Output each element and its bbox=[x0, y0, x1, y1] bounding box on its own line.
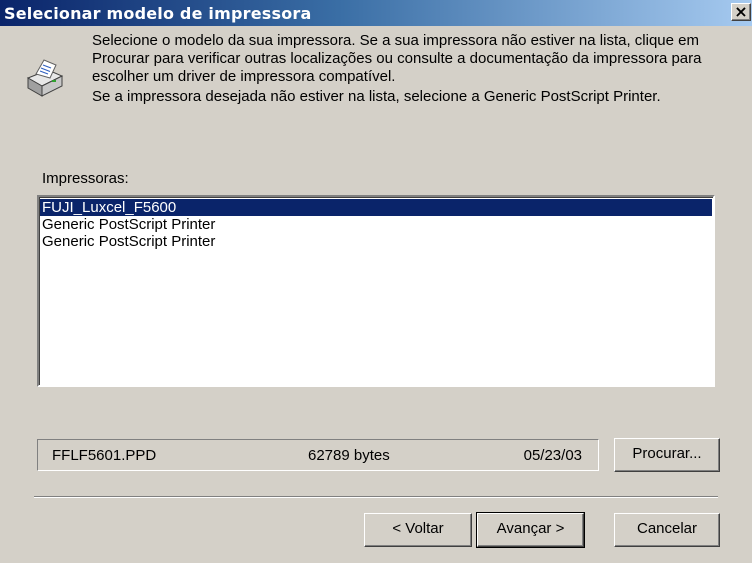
list-item[interactable]: FUJI_Luxcel_F5600 bbox=[40, 199, 712, 216]
printer-icon bbox=[26, 59, 64, 97]
file-info-panel: FFLF5601.PPD 62789 bytes 05/23/03 bbox=[37, 439, 599, 471]
list-item[interactable]: Generic PostScript Printer bbox=[40, 216, 712, 233]
back-button[interactable]: < Voltar bbox=[364, 513, 472, 547]
list-item[interactable]: Generic PostScript Printer bbox=[40, 233, 712, 250]
browse-button[interactable]: Procurar... bbox=[614, 438, 720, 472]
file-date: 05/23/03 bbox=[523, 447, 582, 464]
printers-listbox[interactable]: FUJI_Luxcel_F5600 Generic PostScript Pri… bbox=[37, 195, 715, 387]
title-bar[interactable]: Selecionar modelo de impressora × bbox=[0, 0, 752, 26]
file-name: FFLF5601.PPD bbox=[52, 447, 157, 464]
description: Selecione o modelo da sua impressora. Se… bbox=[92, 32, 732, 106]
description-text: Selecione o modelo da sua impressora. Se… bbox=[92, 32, 702, 85]
cancel-button[interactable]: Cancelar bbox=[614, 513, 720, 547]
separator bbox=[34, 496, 718, 498]
close-icon: × bbox=[734, 2, 748, 21]
file-size: 62789 bytes bbox=[308, 447, 390, 464]
close-button[interactable]: × bbox=[731, 2, 751, 21]
description-hint: Se a impressora desejada não estiver na … bbox=[92, 88, 661, 105]
next-button[interactable]: Avançar > bbox=[476, 512, 585, 548]
window-title: Selecionar modelo de impressora bbox=[4, 4, 312, 23]
printers-label: Impressoras: bbox=[42, 170, 129, 187]
